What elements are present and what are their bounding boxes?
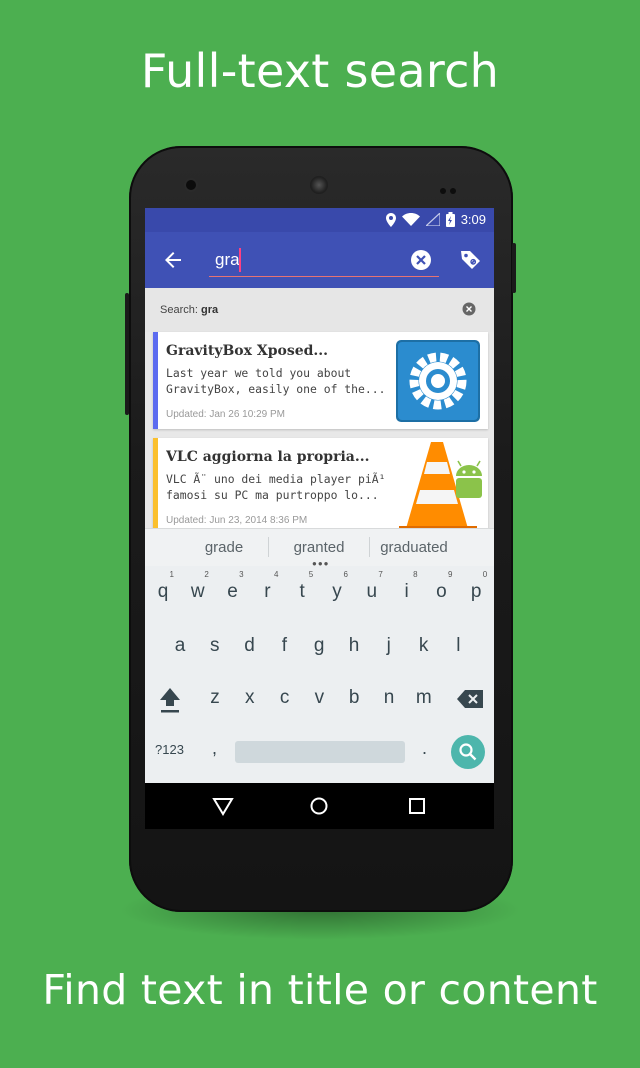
key-g[interactable]: g xyxy=(304,626,334,666)
suggestion-grade[interactable]: grade xyxy=(185,539,263,556)
space-key[interactable] xyxy=(235,741,405,763)
suggestion-graduated[interactable]: graduated xyxy=(377,539,451,556)
key-z[interactable]: z xyxy=(200,678,230,718)
tag-icon[interactable] xyxy=(459,248,483,272)
key-y[interactable]: y6 xyxy=(322,570,352,612)
key-d[interactable]: d xyxy=(235,626,265,666)
article-updated: Updated: Jan 26 10:29 PM xyxy=(166,409,285,420)
gravitybox-thumbnail xyxy=(389,332,488,429)
article-title: GravityBox Xposed... xyxy=(166,343,329,359)
key-x[interactable]: x xyxy=(235,678,265,718)
period-key[interactable]: . xyxy=(422,738,427,759)
caption: Find text in title or content xyxy=(42,966,598,1014)
key-q[interactable]: q1 xyxy=(148,570,178,612)
article-excerpt: Last year we told you about GravityBox, … xyxy=(166,366,386,396)
symbols-key[interactable]: ?123 xyxy=(155,742,184,757)
clear-circle-icon[interactable] xyxy=(410,249,432,271)
navigation-bar xyxy=(145,783,494,829)
comma-key[interactable]: , xyxy=(212,738,217,759)
key-s[interactable]: s xyxy=(200,626,230,666)
status-bar: 3:09 xyxy=(145,208,494,232)
key-hint: 0 xyxy=(482,570,488,579)
clock: 3:09 xyxy=(460,212,486,227)
article-accent-bar xyxy=(153,332,158,429)
suggestion-strip: grade granted graduated ●●● xyxy=(145,528,494,568)
sensors xyxy=(440,181,462,194)
key-p[interactable]: p0 xyxy=(461,570,491,612)
key-j[interactable]: j xyxy=(374,626,404,666)
shift-icon[interactable] xyxy=(157,685,183,715)
key-i[interactable]: i8 xyxy=(392,570,422,612)
battery-icon xyxy=(445,212,455,227)
key-n[interactable]: n xyxy=(374,678,404,718)
back-triangle-icon[interactable] xyxy=(212,795,234,817)
volume-button xyxy=(125,293,129,415)
key-hint: 8 xyxy=(413,570,418,579)
key-hint: 5 xyxy=(308,570,314,579)
key-h[interactable]: h xyxy=(339,626,369,666)
key-w[interactable]: w2 xyxy=(183,570,213,612)
arrow-back-icon[interactable] xyxy=(161,248,185,272)
phone-screen: 3:09 Search: gra GravityBox Xposed... La… xyxy=(145,208,494,829)
search-filter-label: Search: gra xyxy=(160,304,219,316)
search-icon xyxy=(459,743,477,761)
key-o[interactable]: o9 xyxy=(426,570,456,612)
wifi-icon xyxy=(401,213,420,226)
key-r[interactable]: r4 xyxy=(252,570,282,612)
soft-keyboard: ?123 , . q1w2e3r4t5y6u7i8o9p0 asdfghjkl zx… xyxy=(145,566,494,783)
key-l[interactable]: l xyxy=(443,626,473,666)
vlc-thumbnail xyxy=(389,438,488,535)
key-c[interactable]: c xyxy=(270,678,300,718)
key-hint: 6 xyxy=(343,570,348,579)
text-cursor xyxy=(239,248,241,272)
key-hint: 4 xyxy=(273,570,279,579)
key-hint: 1 xyxy=(169,570,174,579)
backspace-icon[interactable] xyxy=(457,690,483,708)
search-filter-bar: Search: gra xyxy=(145,288,494,332)
home-circle-icon[interactable] xyxy=(308,795,330,817)
search-field[interactable] xyxy=(209,246,439,277)
article-updated: Updated: Jun 23, 2014 8:36 PM xyxy=(166,515,308,526)
key-k[interactable]: k xyxy=(409,626,439,666)
suggestion-granted[interactable]: granted xyxy=(279,539,359,556)
recents-square-icon[interactable] xyxy=(406,795,428,817)
front-camera xyxy=(186,180,196,190)
key-hint: 9 xyxy=(447,570,453,579)
key-hint: 3 xyxy=(239,570,244,579)
key-m[interactable]: m xyxy=(409,678,439,718)
key-t[interactable]: t5 xyxy=(287,570,317,612)
article-accent-bar xyxy=(153,438,158,535)
key-b[interactable]: b xyxy=(339,678,369,718)
search-key[interactable] xyxy=(451,735,485,769)
headline: Full-text search xyxy=(140,44,500,98)
power-button xyxy=(512,243,516,293)
article-card[interactable]: VLC aggiorna la propria... VLC Ã¨ uno de… xyxy=(153,438,488,535)
key-e[interactable]: e3 xyxy=(218,570,248,612)
clear-filter-icon[interactable] xyxy=(462,302,476,316)
key-v[interactable]: v xyxy=(304,678,334,718)
search-term: gra xyxy=(200,304,219,316)
key-f[interactable]: f xyxy=(269,626,299,666)
key-hint: 7 xyxy=(378,570,383,579)
earpiece-speaker xyxy=(310,176,328,194)
search-input[interactable] xyxy=(215,248,395,272)
key-a[interactable]: a xyxy=(165,626,195,666)
article-card[interactable]: GravityBox Xposed... Last year we told y… xyxy=(153,332,488,429)
location-icon xyxy=(385,212,396,227)
article-title: VLC aggiorna la propria... xyxy=(166,449,370,465)
key-u[interactable]: u7 xyxy=(357,570,387,612)
article-excerpt: VLC Ã¨ uno dei media player piÃ¹ famosi … xyxy=(166,472,386,502)
key-hint: 2 xyxy=(204,570,209,579)
search-toolbar xyxy=(145,232,494,288)
signal-icon xyxy=(425,213,440,226)
